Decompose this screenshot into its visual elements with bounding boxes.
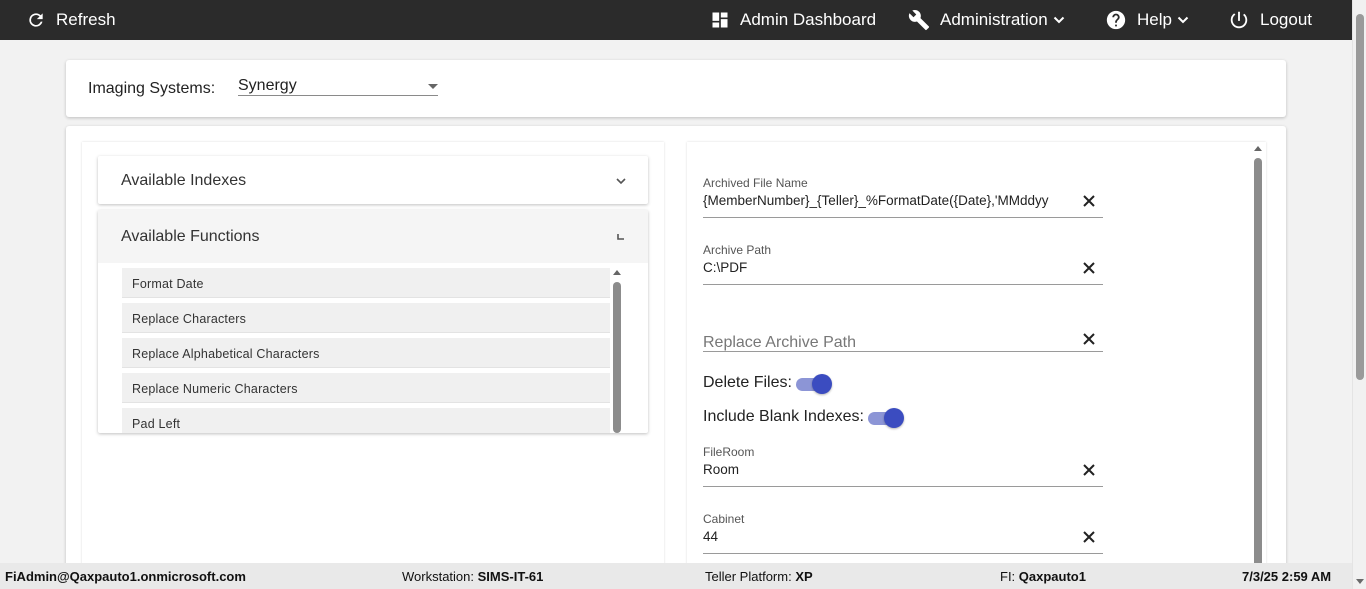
close-icon[interactable] [1082, 332, 1096, 346]
logout-button[interactable]: Logout [1228, 0, 1312, 40]
refresh-icon [29, 13, 43, 27]
top-navbar: Refresh Admin Dashboard Administration H… [0, 0, 1366, 40]
replace-archive-path-field[interactable]: Replace Archive Path [703, 310, 1103, 352]
status-bar: FiAdmin@Qaxpauto1.onmicrosoft.com Workst… [0, 563, 1352, 589]
close-icon[interactable] [1082, 463, 1096, 477]
logout-label: Logout [1260, 10, 1312, 29]
imaging-systems-label: Imaging Systems: [88, 80, 216, 97]
help-menu[interactable]: Help [1105, 0, 1189, 40]
fileroom-field[interactable]: FileRoom Room [703, 445, 1103, 487]
page-scrollbar[interactable] [1352, 0, 1366, 589]
list-item[interactable]: Replace Alphabetical Characters [122, 338, 610, 368]
cabinet-label: Cabinet [703, 512, 745, 526]
status-teller-platform: Teller Platform: XP [705, 569, 813, 584]
chevron-up-icon [617, 234, 624, 240]
fileroom-label: FileRoom [703, 445, 755, 459]
available-indexes-header[interactable]: Available Indexes [98, 156, 648, 204]
cabinet-field[interactable]: Cabinet 44 [703, 512, 1103, 554]
available-functions-panel: Available Functions Format Date Replace … [98, 210, 648, 433]
help-icon [1106, 10, 1126, 30]
cabinet-value[interactable]: 44 [703, 529, 1073, 544]
scroll-down-arrow-icon[interactable] [1356, 579, 1364, 584]
chevron-down-icon [1053, 16, 1064, 24]
refresh-label: Refresh [56, 10, 116, 29]
right-panel-scrollbar[interactable] [1252, 142, 1264, 589]
close-icon[interactable] [1082, 261, 1096, 275]
archived-file-name-field[interactable]: Archived File Name {MemberNumber}_{Telle… [703, 176, 1103, 218]
functions-list: Format Date Replace Characters Replace A… [122, 268, 610, 433]
dashboard-icon [712, 12, 728, 28]
list-item[interactable]: Format Date [122, 268, 610, 298]
delete-files-label: Delete Files: [703, 374, 792, 391]
include-blank-indexes-toggle[interactable] [868, 407, 904, 428]
administration-label: Administration [940, 10, 1048, 29]
status-workstation: Workstation: SIMS-IT-61 [402, 569, 544, 584]
list-item[interactable]: Replace Characters [122, 303, 610, 333]
available-functions-title: Available Functions [121, 228, 260, 245]
list-item[interactable]: Replace Numeric Characters [122, 373, 610, 403]
list-item[interactable]: Pad Left [122, 408, 610, 433]
status-fi: FI: Qaxpauto1 [1000, 569, 1086, 584]
main-card: Available Indexes Available Functions Fo… [66, 126, 1286, 589]
toggle-knob [811, 374, 832, 394]
include-blank-indexes-row: Include Blank Indexes: [703, 407, 904, 428]
functions-scrollbar-thumb[interactable] [613, 282, 621, 433]
replace-archive-path-placeholder[interactable]: Replace Archive Path [703, 334, 856, 352]
help-label: Help [1137, 10, 1172, 29]
imaging-systems-value: Synergy [238, 77, 297, 94]
archive-path-value[interactable]: C:\PDF [703, 260, 1073, 275]
delete-files-toggle[interactable] [795, 373, 832, 394]
available-functions-header[interactable]: Available Functions [98, 210, 648, 263]
chevron-down-icon [1177, 16, 1189, 24]
archived-file-name-label: Archived File Name [703, 176, 808, 190]
archive-path-label: Archive Path [703, 243, 772, 257]
scroll-up-arrow-icon[interactable] [1254, 146, 1262, 151]
functions-scrollbar[interactable] [612, 268, 622, 433]
toggle-knob [884, 408, 904, 428]
right-panel-scrollbar-thumb[interactable] [1254, 158, 1262, 589]
scroll-up-arrow-icon[interactable] [613, 270, 621, 275]
fileroom-value[interactable]: Room [703, 462, 1073, 477]
available-indexes-title: Available Indexes [121, 172, 247, 189]
refresh-button[interactable]: Refresh [26, 0, 116, 40]
left-panel: Available Indexes Available Functions Fo… [82, 142, 664, 589]
admin-dashboard-label: Admin Dashboard [740, 10, 877, 29]
power-icon [1230, 11, 1248, 29]
available-indexes-panel: Available Indexes [98, 156, 648, 204]
archive-path-field[interactable]: Archive Path C:\PDF [703, 243, 1103, 285]
administration-menu[interactable]: Administration [908, 0, 1065, 40]
status-user: FiAdmin@Qaxpauto1.onmicrosoft.com [5, 569, 246, 584]
delete-files-row: Delete Files: [703, 373, 832, 394]
right-panel: Archived File Name {MemberNumber}_{Telle… [687, 142, 1266, 589]
dropdown-caret-icon [428, 84, 438, 89]
imaging-systems-card: Imaging Systems: Synergy [66, 60, 1286, 117]
wrench-icon [908, 10, 930, 31]
archived-file-name-value[interactable]: {MemberNumber}_{Teller}_%FormatDate({Dat… [703, 193, 1073, 208]
admin-dashboard-link[interactable]: Admin Dashboard [710, 0, 876, 40]
imaging-systems-select[interactable]: Synergy [238, 76, 438, 96]
chevron-down-icon [616, 178, 626, 185]
close-icon[interactable] [1082, 530, 1096, 544]
include-blank-indexes-label: Include Blank Indexes: [703, 408, 864, 425]
page-scrollbar-thumb[interactable] [1356, 14, 1364, 380]
status-datetime: 7/3/25 2:59 AM [1242, 569, 1332, 584]
close-icon[interactable] [1082, 194, 1096, 208]
